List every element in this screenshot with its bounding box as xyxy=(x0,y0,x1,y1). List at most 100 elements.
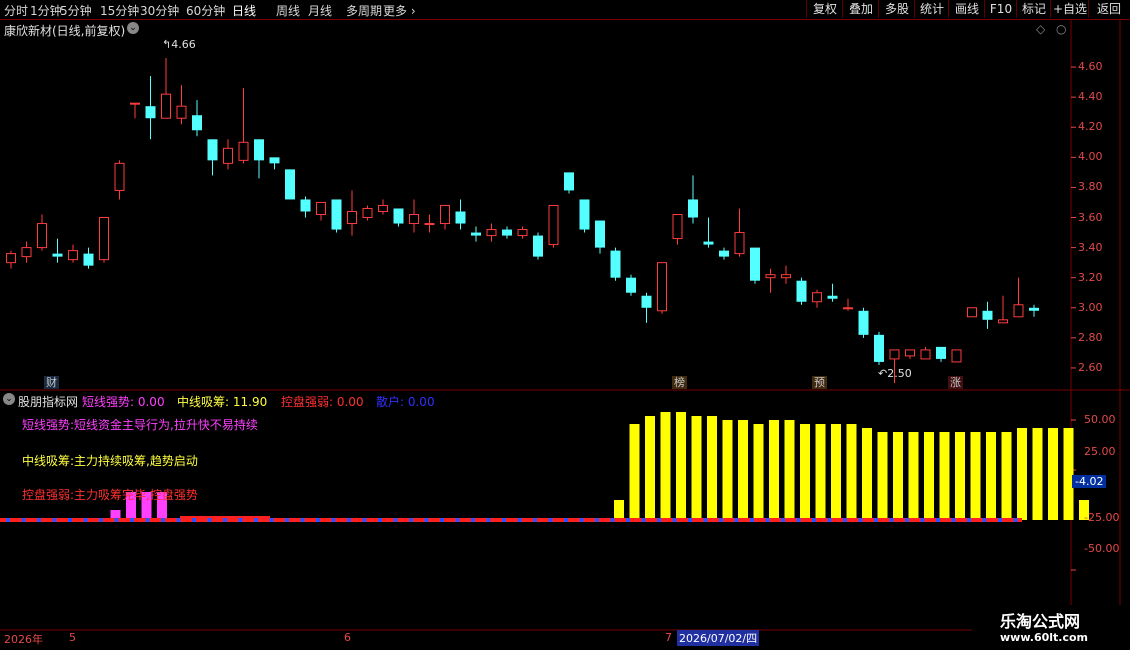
retail-dot-7 xyxy=(114,518,119,522)
price-tick-7: 3.20 xyxy=(1078,270,1103,284)
retail-dot-35 xyxy=(548,518,553,522)
yellow-bar-43 xyxy=(660,412,671,520)
candle-body-19 xyxy=(300,199,311,212)
retail-dot-23 xyxy=(362,518,367,522)
marker-forecast[interactable]: 预 xyxy=(812,376,827,389)
retail-dot-55 xyxy=(858,518,863,522)
retail-dot-0 xyxy=(6,518,10,522)
retail-dot-47 xyxy=(734,518,739,522)
candle-body-61 xyxy=(951,349,962,363)
control-line xyxy=(0,518,1022,522)
candle-body-48 xyxy=(750,247,760,281)
retail-dot-59 xyxy=(920,518,925,522)
candle-body-64 xyxy=(998,319,1008,324)
candle-body-14 xyxy=(223,147,233,164)
ind-axis-neg50: -50.00 xyxy=(1084,542,1120,555)
retail-dot-24 xyxy=(378,518,382,522)
marker-limit-up[interactable]: 涨 xyxy=(948,376,963,389)
candle-body-63 xyxy=(982,310,993,320)
indicator-name[interactable]: 股朋指标网 xyxy=(18,393,78,410)
yellow-bar-42 xyxy=(645,416,655,520)
cursor-date: 2026/07/02/四 xyxy=(677,630,760,646)
retail-dot-12 xyxy=(192,518,196,522)
candle-body-21 xyxy=(331,199,342,230)
retail-dot-8 xyxy=(130,518,134,522)
yellow-bar-58 xyxy=(893,432,903,520)
candle-body-34 xyxy=(533,235,543,257)
retail-dot-29 xyxy=(455,518,460,522)
candle-body-38 xyxy=(595,220,605,248)
retail-dot-17 xyxy=(269,518,274,522)
retail-dot-64 xyxy=(998,518,1002,522)
candle-body-23 xyxy=(362,207,373,219)
kline-chart[interactable] xyxy=(0,0,1130,650)
candle-body-32 xyxy=(502,229,512,236)
retail-dot-19 xyxy=(300,518,305,522)
yellow-bar-65 xyxy=(1001,432,1012,520)
candle-body-3 xyxy=(52,253,63,257)
high-price-label: ↰4.66 xyxy=(162,38,196,51)
retail-dot-46 xyxy=(719,518,723,522)
candle-body-42 xyxy=(657,262,667,312)
candle-body-66 xyxy=(1029,307,1039,311)
retail-dot-33 xyxy=(517,518,522,522)
yellow-bar-55 xyxy=(846,424,857,520)
marker-rank[interactable]: 榜 xyxy=(672,376,687,389)
yellow-bar-52 xyxy=(800,424,810,520)
candle-body-35 xyxy=(548,204,559,246)
candle-body-57 xyxy=(889,349,900,360)
yellow-bar-66 xyxy=(1017,428,1027,520)
candle-body-44 xyxy=(688,199,698,218)
yellow-bar-57 xyxy=(877,432,888,520)
retail-dot-34 xyxy=(533,518,537,522)
date-year: 2026年 xyxy=(4,633,43,646)
retail-dot-36 xyxy=(564,518,568,522)
candle-body-7 xyxy=(114,162,125,191)
high-price-value: 4.66 xyxy=(171,38,196,51)
price-tick-1: 4.40 xyxy=(1078,90,1103,104)
yellow-bar-54 xyxy=(831,424,841,520)
retail-dot-5 xyxy=(83,518,88,522)
candle-body-28 xyxy=(440,204,450,225)
candle-body-4 xyxy=(68,250,78,261)
candle-body-59 xyxy=(920,349,931,360)
retail-dot-18 xyxy=(285,518,289,522)
price-tick-9: 2.80 xyxy=(1078,330,1103,344)
yellow-bar-62 xyxy=(955,432,965,520)
yellow-bar-64 xyxy=(986,432,996,520)
retail-dot-44 xyxy=(688,518,692,522)
ind-axis-neg25: -25.00 xyxy=(1084,511,1120,524)
candle-body-47 xyxy=(734,232,745,255)
candle-body-56 xyxy=(874,334,884,362)
legend-mid: 中线吸筹:主力持续吸筹,趋势启动 xyxy=(22,454,198,468)
yellow-bar-40 xyxy=(614,500,624,520)
yellow-bar-68 xyxy=(1048,428,1058,520)
candle-body-20 xyxy=(316,201,326,216)
candle-body-25 xyxy=(393,208,404,224)
candle-body-29 xyxy=(455,211,466,224)
retail-dot-65 xyxy=(1013,518,1018,522)
retail-dot-48 xyxy=(750,518,754,522)
retail-dot-43 xyxy=(672,518,677,522)
candle-body-0 xyxy=(6,253,16,264)
candle-body-53 xyxy=(827,295,838,299)
yellow-bar-44 xyxy=(676,412,686,520)
retail-dot-57 xyxy=(889,518,894,522)
candle-body-37 xyxy=(579,199,590,230)
candle-body-54 xyxy=(843,307,853,310)
indicator-menu-icon[interactable]: ⌄ xyxy=(3,393,15,405)
retail-dot-14 xyxy=(223,518,227,522)
retail-dot-3 xyxy=(52,518,57,522)
yellow-bar-51 xyxy=(784,420,795,520)
candle-body-1 xyxy=(21,247,32,258)
candle-body-8 xyxy=(130,102,140,105)
retail-dot-53 xyxy=(827,518,832,522)
retail-dot-30 xyxy=(471,518,475,522)
retail-dot-28 xyxy=(440,518,444,522)
retail-dot-1 xyxy=(21,518,26,522)
candle-body-45 xyxy=(703,241,714,245)
retail-dot-61 xyxy=(951,518,956,522)
marker-finance[interactable]: 财 xyxy=(44,376,59,389)
candle-body-39 xyxy=(610,250,621,278)
retail-dot-6 xyxy=(99,518,103,522)
